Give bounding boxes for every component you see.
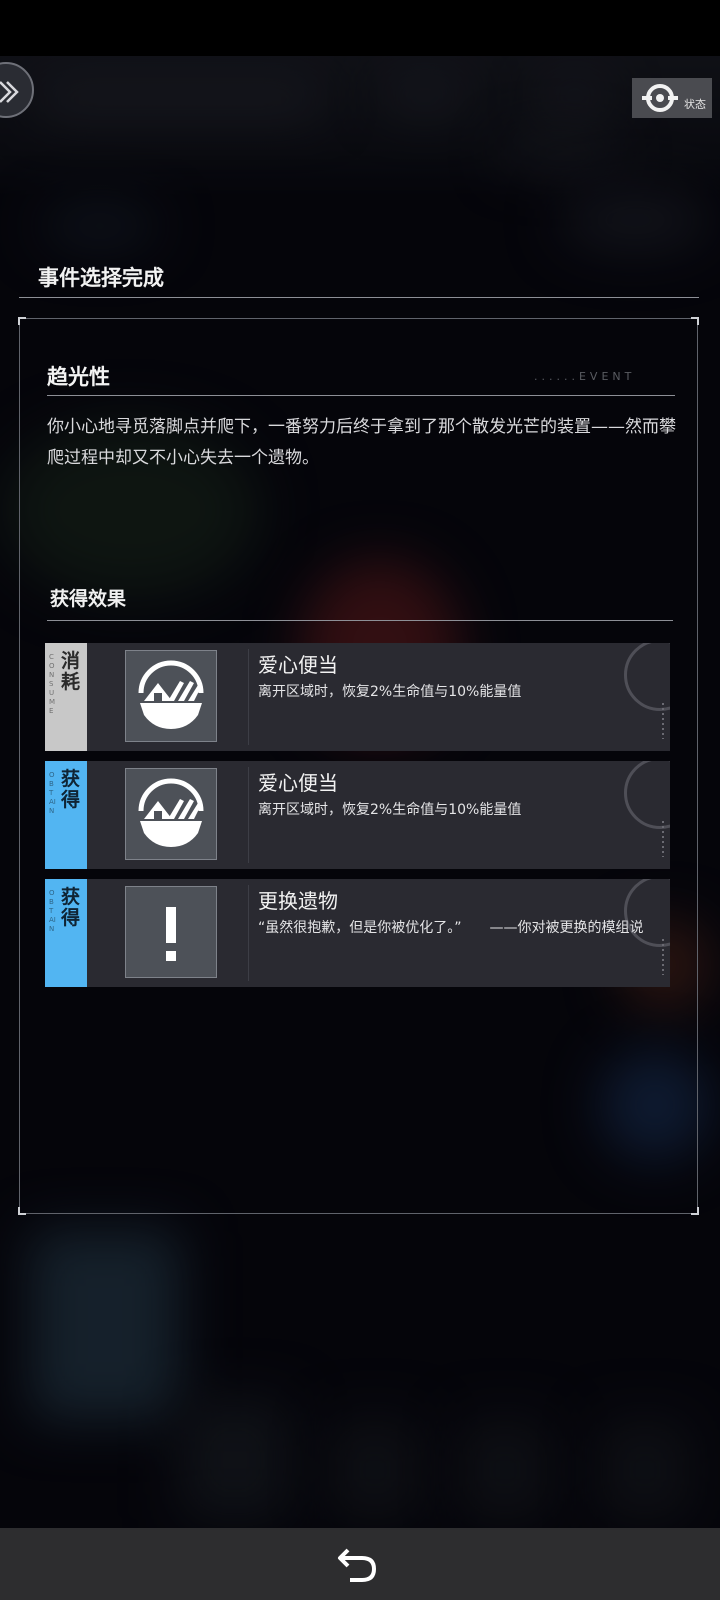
bottom-nav-bar: [0, 1528, 720, 1600]
effect-name: 爱心便当: [258, 653, 338, 677]
effect-tag-gain: OBTAIN 获得: [45, 879, 87, 987]
exclamation-icon: [125, 886, 217, 978]
effect-desc: 离开区域时，恢复2%生命值与10%能量值: [258, 802, 522, 818]
bento-icon: [125, 768, 217, 860]
effect-desc: 离开区域时，恢复2%生命值与10%能量值: [258, 684, 522, 700]
status-label: 状态: [684, 98, 706, 111]
status-bar-area: [0, 0, 720, 56]
event-title: 趋光性: [47, 365, 110, 389]
effect-tag-consume: CONSUME 消耗: [45, 643, 87, 751]
back-arrow-icon[interactable]: [336, 1544, 380, 1584]
effect-desc: “虽然很抱歉，但是你被优化了。” ——你对被更换的模组说: [258, 920, 644, 936]
effect-name: 爱心便当: [258, 771, 338, 795]
effect-item[interactable]: OBTAIN 获得 更换遗物 “虽然很抱歉，但是你被优化了。” ——你对被更换的…: [45, 879, 670, 987]
effects-divider: [47, 620, 673, 621]
effects-title: 获得效果: [50, 588, 127, 610]
header-divider: [19, 297, 699, 298]
event-divider: [47, 395, 675, 396]
effect-name: 更换遗物: [258, 889, 338, 913]
double-chevron-icon: [0, 81, 19, 103]
bento-icon: [125, 650, 217, 742]
effect-tag-gain: OBTAIN 获得: [45, 761, 87, 869]
effect-item[interactable]: CONSUME 消耗 爱心便当 离开区域时，恢复2%生命值与10%能量值: [45, 643, 670, 751]
page-title: 事件选择完成: [38, 266, 164, 290]
event-deco-text: ......EVENT: [534, 370, 636, 383]
effect-item[interactable]: OBTAIN 获得 爱心便当 离开区域时，恢复2%生命值与10%能量值: [45, 761, 670, 869]
status-target-icon: [642, 84, 678, 112]
event-description: 你小心地寻觅落脚点并爬下，一番努力后终于拿到了那个散发光芒的装置——然而攀爬过程…: [47, 417, 676, 468]
status-button[interactable]: 状态: [632, 78, 712, 118]
